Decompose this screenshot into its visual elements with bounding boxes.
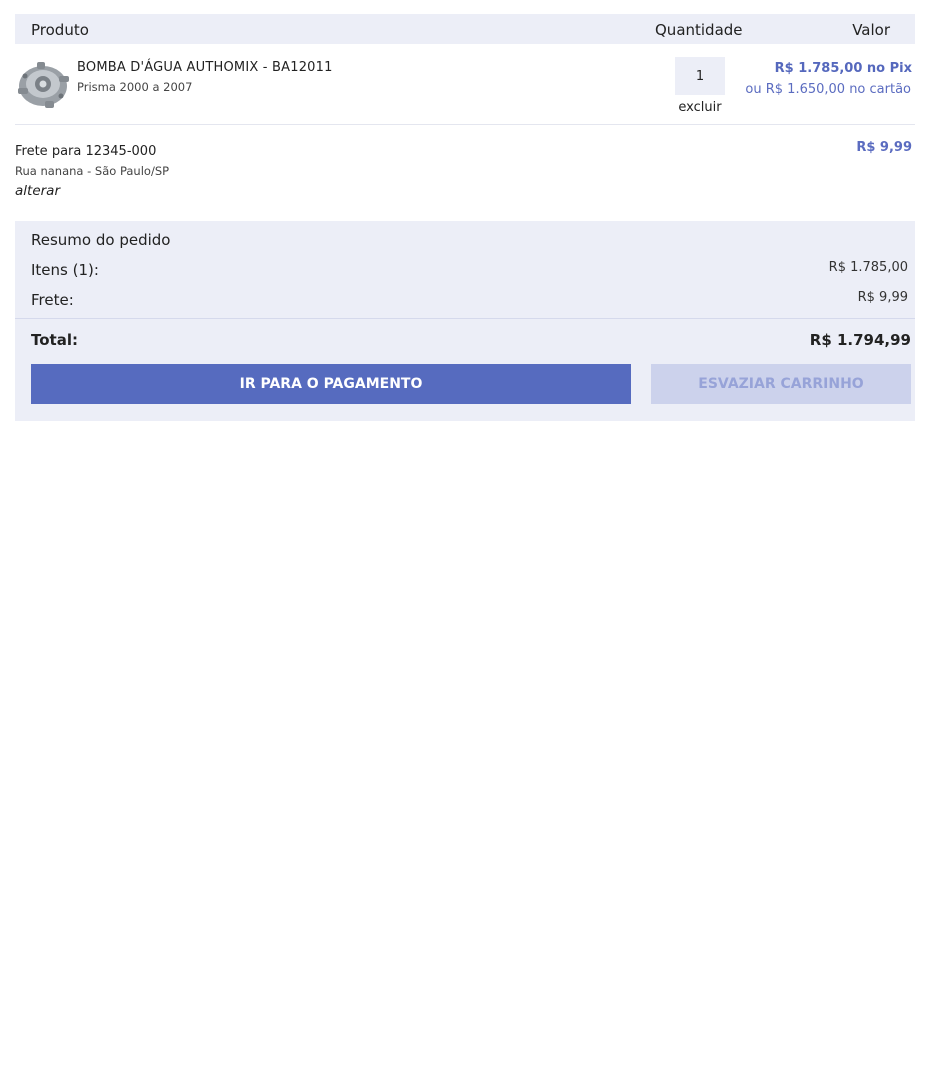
go-to-payment-button[interactable]: IR PARA O PAGAMENTO xyxy=(31,364,631,404)
change-shipping-link[interactable]: alterar xyxy=(15,183,60,199)
price-pix: R$ 1.785,00 no Pix xyxy=(774,61,912,76)
summary-title: Resumo do pedido xyxy=(31,231,171,249)
summary-freight-label: Frete: xyxy=(31,291,74,309)
cart-item-row: BOMBA D'ÁGUA AUTHOMIX - BA12011 Prisma 2… xyxy=(15,44,915,125)
price-card: ou R$ 1.650,00 no cartão xyxy=(745,82,911,97)
header-product: Produto xyxy=(31,21,89,39)
summary-freight-value: R$ 9,99 xyxy=(857,290,908,305)
product-compatibility: Prisma 2000 a 2007 xyxy=(77,80,193,94)
empty-cart-button[interactable]: ESVAZIAR CARRINHO xyxy=(651,364,911,404)
order-summary: Resumo do pedido Itens (1): R$ 1.785,00 … xyxy=(15,221,915,421)
header-quantity: Quantidade xyxy=(655,21,743,39)
summary-items-value: R$ 1.785,00 xyxy=(828,260,908,275)
summary-items-label: Itens (1): xyxy=(31,261,99,279)
shipping-title: Frete para 12345-000 xyxy=(15,144,157,159)
shipping-section: Frete para 12345-000 Rua nanana - São Pa… xyxy=(15,125,915,221)
total-label: Total: xyxy=(31,331,78,349)
shipping-price: R$ 9,99 xyxy=(856,140,912,155)
quantity-input[interactable] xyxy=(675,57,725,95)
remove-item-link[interactable]: excluir xyxy=(675,100,725,115)
cart: Produto Quantidade Valor BOMBA D'ÁGUA AU… xyxy=(15,14,915,421)
total-value: R$ 1.794,99 xyxy=(809,331,911,349)
summary-divider xyxy=(15,318,915,319)
cart-header: Produto Quantidade Valor xyxy=(15,14,915,44)
water-pump-image xyxy=(18,62,69,108)
shipping-address: Rua nanana - São Paulo/SP xyxy=(15,164,170,178)
product-name[interactable]: BOMBA D'ÁGUA AUTHOMIX - BA12011 xyxy=(77,60,333,75)
header-value: Valor xyxy=(852,21,890,39)
